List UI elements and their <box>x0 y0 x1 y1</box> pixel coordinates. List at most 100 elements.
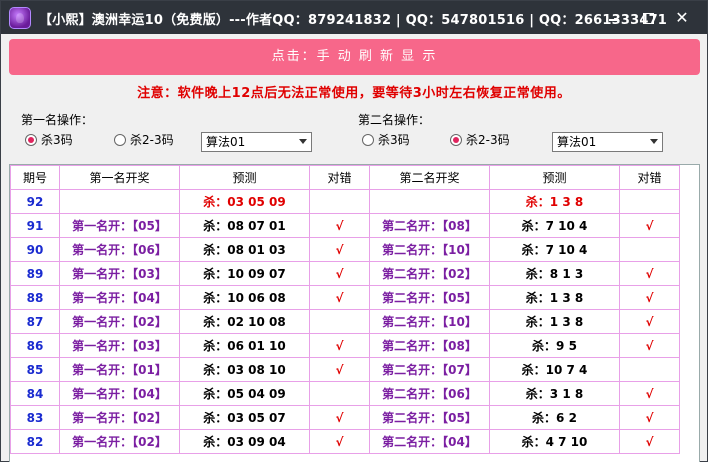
maximize-button[interactable] <box>633 1 663 34</box>
second-result-cell <box>619 237 680 262</box>
second-result-cell <box>619 357 680 382</box>
first-draw-cell: 第一名开：【02】 <box>59 429 180 454</box>
header-first-draw[interactable]: 第一名开奖 <box>59 165 180 190</box>
first-prediction-cell: 杀：03 05 09 <box>179 189 310 214</box>
radio-dot-icon <box>114 134 126 146</box>
first-result-cell: √ <box>309 213 370 238</box>
first-draw-cell: 第一名开：【06】 <box>59 237 180 262</box>
app-logo-icon <box>9 7 31 29</box>
table-row[interactable]: 82 第一名开：【02】 杀：03 09 04 √ 第二名开：【04】 杀：4 7 10 √ <box>10 429 680 454</box>
second-draw-cell: 第二名开：【05】 <box>369 285 490 310</box>
second-prediction-cell: 杀：3 1 8 <box>489 381 620 406</box>
manual-refresh-button[interactable]: 点击：手 动 刷 新 显 示 <box>9 39 700 75</box>
second-draw-cell: 第二名开：【05】 <box>369 405 490 430</box>
first-prediction-cell: 杀：08 01 03 <box>179 237 310 262</box>
second-result-cell: √ <box>619 285 680 310</box>
first-result-cell: √ <box>309 429 370 454</box>
table-row[interactable]: 86 第一名开：【03】 杀：06 01 10 √ 第二名开：【08】 杀：9 5 √ <box>10 333 680 358</box>
first-draw-cell: 第一名开：【03】 <box>59 261 180 286</box>
first-prediction-cell: 杀：10 09 07 <box>179 261 310 286</box>
op1-kill23-radio[interactable]: 杀2-3码 <box>114 132 174 148</box>
first-result-cell: √ <box>309 357 370 382</box>
second-prediction-cell: 杀：1 3 8 <box>489 189 620 214</box>
issue-cell: 87 <box>10 309 60 334</box>
table-row[interactable]: 89 第一名开：【03】 杀：10 09 07 √ 第二名开：【02】 杀：8 1 3 √ <box>10 261 680 286</box>
radio-label: 杀2-3码 <box>466 133 510 147</box>
issue-cell: 82 <box>10 429 60 454</box>
header-second-draw[interactable]: 第二名开奖 <box>369 165 490 190</box>
second-draw-cell: 第二名开：【10】 <box>369 309 490 334</box>
header-first-prediction[interactable]: 预测 <box>179 165 310 190</box>
first-prediction-cell: 杀：03 09 04 <box>179 429 310 454</box>
first-draw-cell <box>59 189 180 214</box>
second-result-cell: √ <box>619 405 680 430</box>
close-button[interactable]: ✕ <box>667 1 697 34</box>
issue-cell: 88 <box>10 285 60 310</box>
results-table: 期号 第一名开奖 预测 对错 第二名开奖 预测 对错 92 杀：03 05 09 杀… <box>10 165 680 454</box>
header-second-result[interactable]: 对错 <box>619 165 680 190</box>
first-result-cell: √ <box>309 405 370 430</box>
header-issue[interactable]: 期号 <box>10 165 60 190</box>
header-second-prediction[interactable]: 预测 <box>489 165 620 190</box>
header-first-result[interactable]: 对错 <box>309 165 370 190</box>
table-row[interactable]: 85 第一名开：【01】 杀：03 08 10 √ 第二名开：【07】 杀：10 7 4 <box>10 357 680 382</box>
first-draw-cell: 第一名开：【02】 <box>59 309 180 334</box>
second-draw-cell: 第二名开：【08】 <box>369 213 490 238</box>
second-result-cell: √ <box>619 213 680 238</box>
notice-text: 注意：软件晚上12点后无法正常使用，要等待3小时左右恢复正常使用。 <box>137 86 571 101</box>
op2-kill3-radio[interactable]: 杀3码 <box>362 132 410 148</box>
first-result-cell <box>309 189 370 214</box>
chevron-down-icon <box>299 139 307 144</box>
first-draw-cell: 第一名开：【02】 <box>59 405 180 430</box>
table-row[interactable]: 83 第一名开：【02】 杀：03 05 07 √ 第二名开：【05】 杀：6 2 √ <box>10 405 680 430</box>
first-draw-cell: 第一名开：【05】 <box>59 213 180 238</box>
second-result-cell: √ <box>619 381 680 406</box>
second-prediction-cell: 杀：1 3 8 <box>489 285 620 310</box>
issue-cell: 90 <box>10 237 60 262</box>
first-result-cell: √ <box>309 285 370 310</box>
select-value: 算法01 <box>206 135 246 149</box>
second-result-cell: √ <box>619 333 680 358</box>
window-title: 【小熙】澳洲幸运10（免费版）---作者QQ：879241832 | QQ：54… <box>39 13 668 28</box>
table-row[interactable]: 92 杀：03 05 09 杀：1 3 8 <box>10 189 680 214</box>
op1-label: 第一名操作： <box>21 113 94 127</box>
results-grid[interactable]: 期号 第一名开奖 预测 对错 第二名开奖 预测 对错 92 杀：03 05 09 杀… <box>9 164 700 462</box>
second-draw-cell: 第二名开：【04】 <box>369 429 490 454</box>
second-prediction-cell: 杀：8 1 3 <box>489 261 620 286</box>
second-draw-cell: 第二名开：【08】 <box>369 333 490 358</box>
issue-cell: 92 <box>10 189 60 214</box>
radio-dot-icon <box>25 134 37 146</box>
second-result-cell: √ <box>619 261 680 286</box>
table-row[interactable]: 87 第一名开：【02】 杀：02 10 08 第二名开：【10】 杀：1 3 8 √ <box>10 309 680 334</box>
second-prediction-cell: 杀：4 7 10 <box>489 429 620 454</box>
op2-algorithm-select[interactable]: 算法01 <box>552 132 663 152</box>
table-row[interactable]: 88 第一名开：【04】 杀：10 06 08 √ 第二名开：【05】 杀：1 3 8 √ <box>10 285 680 310</box>
first-draw-cell: 第一名开：【01】 <box>59 357 180 382</box>
first-draw-cell: 第一名开：【04】 <box>59 285 180 310</box>
second-result-cell <box>619 189 680 214</box>
first-prediction-cell: 杀：03 08 10 <box>179 357 310 382</box>
second-prediction-cell: 杀：7 10 4 <box>489 237 620 262</box>
table-row[interactable]: 91 第一名开：【05】 杀：08 07 01 √ 第二名开：【08】 杀：7 10 4 √ <box>10 213 680 238</box>
first-result-cell: √ <box>309 261 370 286</box>
app-window: 【小熙】澳洲幸运10（免费版）---作者QQ：879241832 | QQ：54… <box>0 0 708 462</box>
minimize-button[interactable] <box>599 1 629 34</box>
op1-algorithm-select[interactable]: 算法01 <box>201 132 312 152</box>
second-result-cell: √ <box>619 309 680 334</box>
radio-dot-icon <box>450 134 462 146</box>
radio-label: 杀3码 <box>41 133 73 147</box>
first-prediction-cell: 杀：08 07 01 <box>179 213 310 238</box>
op2-kill23-radio[interactable]: 杀2-3码 <box>450 132 510 148</box>
issue-cell: 86 <box>10 333 60 358</box>
table-row[interactable]: 90 第一名开：【06】 杀：08 01 03 √ 第二名开：【10】 杀：7 10 4 <box>10 237 680 262</box>
first-draw-cell: 第一名开：【03】 <box>59 333 180 358</box>
second-prediction-cell: 杀：6 2 <box>489 405 620 430</box>
first-prediction-cell: 杀：06 01 10 <box>179 333 310 358</box>
issue-cell: 89 <box>10 261 60 286</box>
op1-kill3-radio[interactable]: 杀3码 <box>25 132 73 148</box>
table-row[interactable]: 84 第一名开：【04】 杀：05 04 09 第二名开：【06】 杀：3 1 8 √ <box>10 381 680 406</box>
issue-cell: 84 <box>10 381 60 406</box>
second-prediction-cell: 杀：9 5 <box>489 333 620 358</box>
first-result-cell <box>309 309 370 334</box>
title-bar[interactable]: 【小熙】澳洲幸运10（免费版）---作者QQ：879241832 | QQ：54… <box>1 1 707 34</box>
